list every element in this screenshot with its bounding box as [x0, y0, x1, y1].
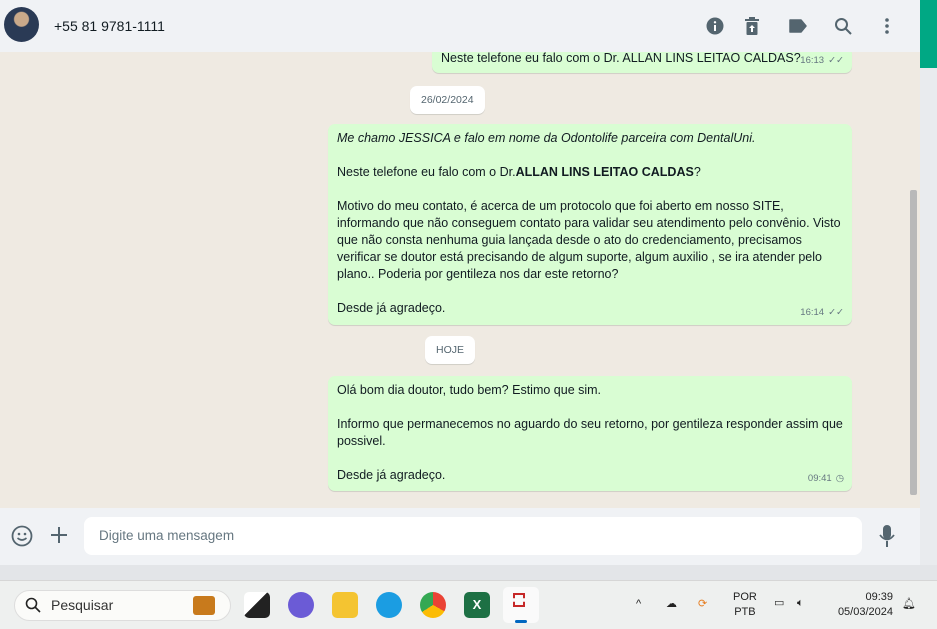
- double-check-icon: ✓✓: [828, 307, 844, 318]
- message-body: Motivo do meu contato, é acerca de um pr…: [337, 199, 841, 281]
- network-icon[interactable]: ▭: [774, 596, 784, 611]
- message-bubble[interactable]: Me chamo JESSICA e falo em nome da Odont…: [328, 124, 852, 325]
- message-bold-text: ALLAN LINS LEITAO CALDAS: [515, 165, 694, 179]
- chevron-up-icon[interactable]: ^: [636, 597, 641, 612]
- avatar[interactable]: [4, 7, 39, 42]
- message-time: 16:14: [800, 307, 825, 318]
- message-intro: Me chamo JESSICA e falo em nome da Odont…: [337, 131, 756, 145]
- window-edge: [920, 68, 937, 565]
- clock[interactable]: 09:39 05/03/2024: [833, 590, 893, 620]
- chrome-icon[interactable]: [420, 592, 446, 618]
- message-time: 09:41: [807, 473, 832, 484]
- clock-time: 09:39: [865, 591, 893, 603]
- message-closing: Desde já agradeço.: [337, 301, 446, 315]
- clock-date: 05/03/2024: [837, 606, 893, 618]
- contact-name[interactable]: +55 81 9781-1111: [54, 18, 165, 34]
- taskbar: Pesquisar X ^ ☁ ⟳ POR PTB ▭ 🔈︎ 09:39 05/03…: [0, 580, 937, 629]
- search-icon[interactable]: [831, 14, 855, 38]
- message-text: Neste telefone eu falo com o Dr.: [337, 165, 516, 179]
- window-accent: [920, 0, 937, 68]
- message-text: Informo que permanecemos no aguardo do s…: [337, 417, 843, 448]
- message-text: ?: [693, 165, 701, 179]
- message-bubble[interactable]: Olá bom dia doutor, tudo bem? Estimo que…: [328, 376, 852, 491]
- language-code: POR: [733, 591, 757, 603]
- search-label: Pesquisar: [51, 597, 114, 613]
- excel-icon[interactable]: X: [464, 592, 490, 618]
- message-text: Olá bom dia doutor, tudo bem? Estimo que…: [337, 383, 602, 397]
- volume-icon[interactable]: 🔈︎: [797, 596, 804, 611]
- onedrive-icon[interactable]: ☁: [666, 597, 677, 612]
- info-icon[interactable]: [703, 14, 727, 38]
- sync-icon[interactable]: ⟳: [698, 597, 707, 612]
- date-separator: 26/02/2024: [410, 86, 485, 114]
- clock-icon: ◷: [835, 473, 844, 484]
- keyboard-layout: PTB: [734, 606, 756, 618]
- task-view-icon[interactable]: [244, 592, 270, 618]
- edge-icon[interactable]: [376, 592, 402, 618]
- notification-bell-icon[interactable]: 🔔︎: [902, 597, 916, 612]
- search-icon: [25, 597, 41, 616]
- date-separator: HOJE: [425, 336, 476, 364]
- language-indicator[interactable]: POR PTB: [733, 590, 757, 620]
- message-closing: Desde já agradeço.: [337, 468, 446, 482]
- label-icon[interactable]: [786, 14, 810, 38]
- menu-icon[interactable]: [875, 14, 899, 38]
- file-explorer-icon[interactable]: [332, 592, 358, 618]
- taskbar-search[interactable]: Pesquisar: [14, 590, 231, 621]
- chat-header: +55 81 9781-1111: [0, 0, 920, 52]
- trash-icon[interactable]: [740, 14, 764, 38]
- teams-icon[interactable]: [288, 592, 314, 618]
- message-list: Neste telefone eu falo com o Dr. ALLAN L…: [0, 52, 920, 508]
- snipping-tool-icon[interactable]: [503, 587, 539, 623]
- message-input[interactable]: Digite uma mensagem: [84, 517, 862, 555]
- emoji-icon[interactable]: [11, 525, 33, 552]
- microphone-icon[interactable]: [879, 525, 895, 552]
- message-time: 16:13: [800, 55, 825, 66]
- scrollbar[interactable]: [910, 190, 917, 495]
- message-text: Neste telefone eu falo com o Dr. ALLAN L…: [441, 52, 801, 65]
- double-check-icon: ✓✓: [828, 55, 844, 66]
- composer: Digite uma mensagem: [0, 508, 920, 565]
- attach-plus-icon[interactable]: [50, 526, 68, 549]
- message-bubble[interactable]: Neste telefone eu falo com o Dr. ALLAN L…: [432, 52, 852, 73]
- briefcase-icon: [193, 596, 215, 615]
